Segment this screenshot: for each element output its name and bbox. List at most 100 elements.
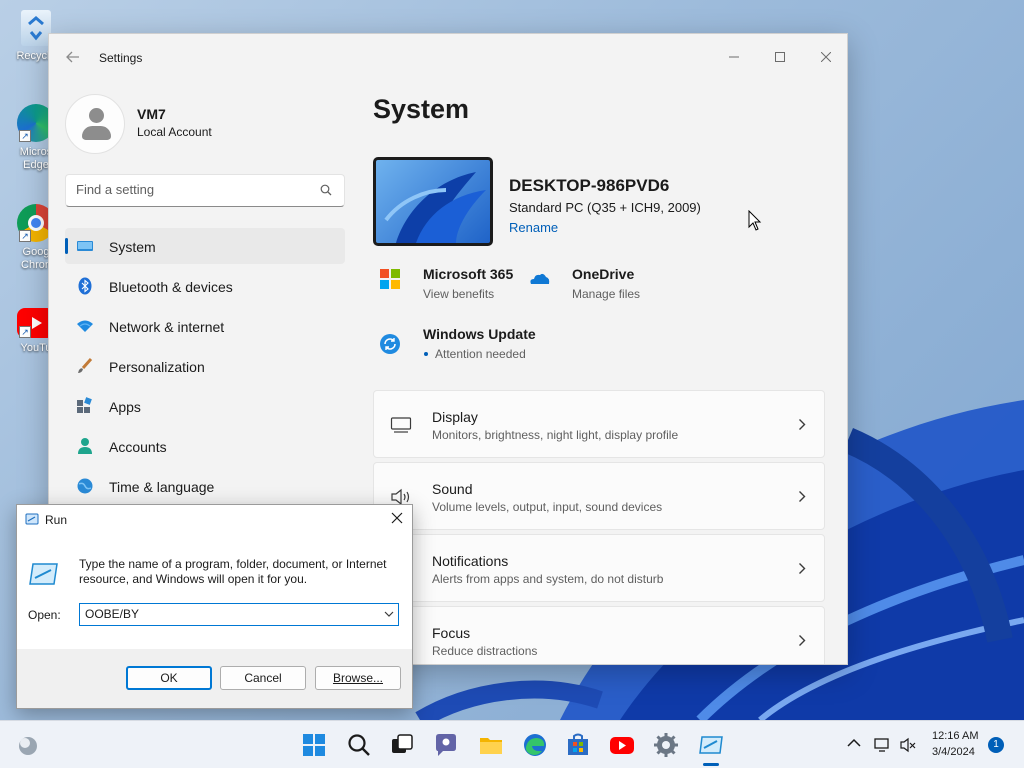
globe-icon [77, 478, 93, 494]
ok-button[interactable]: OK [126, 666, 212, 690]
sidebar-item-apps[interactable]: Apps [65, 388, 345, 424]
mouse-cursor-icon [748, 210, 762, 231]
avatar[interactable] [65, 94, 125, 154]
card-focus[interactable]: Focus Reduce distractions [373, 606, 825, 664]
open-label: Open: [28, 608, 61, 622]
maximize-button[interactable] [757, 42, 803, 72]
run-title-bar[interactable]: Run [17, 505, 412, 534]
quick-link-title: Windows Update [423, 326, 536, 342]
rename-link[interactable]: Rename [509, 220, 558, 235]
task-view-icon[interactable] [389, 732, 415, 758]
chat-icon[interactable] [433, 732, 459, 758]
minimize-button[interactable] [711, 42, 757, 72]
card-sound[interactable]: Sound Volume levels, output, input, soun… [373, 462, 825, 530]
weather-widget-icon[interactable] [16, 733, 40, 757]
quick-link-title: Microsoft 365 [423, 266, 514, 282]
active-app-indicator [703, 763, 719, 766]
open-input[interactable] [85, 607, 375, 621]
store-icon[interactable] [565, 732, 591, 758]
run-icon[interactable] [698, 732, 724, 758]
windows-update-icon [380, 334, 400, 354]
sidebar-item-system[interactable]: System [65, 228, 345, 264]
youtube-icon[interactable] [609, 732, 635, 758]
sidebar-item-time-language[interactable]: Time & language [65, 468, 345, 504]
page-title: System [373, 94, 470, 124]
sidebar-item-label: Time & language [109, 479, 215, 495]
sidebar-item-network[interactable]: Network & internet [65, 308, 345, 344]
card-title: Notifications [432, 553, 509, 569]
card-notifications[interactable]: Notifications Alerts from apps and syste… [373, 534, 825, 602]
onedrive-icon [530, 273, 550, 284]
clock-time[interactable]: 12:16 AM [932, 730, 978, 742]
close-icon[interactable] [390, 511, 404, 525]
microsoft-365-icon [380, 269, 400, 289]
person-icon [78, 438, 92, 454]
run-title: Run [45, 513, 68, 527]
chevron-up-icon[interactable] [847, 738, 861, 748]
sidebar-item-bluetooth[interactable]: Bluetooth & devices [65, 268, 345, 304]
user-name: VM7 [137, 106, 166, 122]
card-display[interactable]: Display Monitors, brightness, night ligh… [373, 390, 825, 458]
back-arrow-icon [66, 51, 79, 63]
notification-badge[interactable]: 1 [988, 737, 1004, 753]
clock-date[interactable]: 3/4/2024 [932, 746, 975, 758]
sidebar-item-label: Apps [109, 399, 141, 415]
sidebar-item-label: Accounts [109, 439, 167, 455]
back-button[interactable] [63, 50, 83, 68]
bluetooth-icon [78, 277, 92, 295]
quick-link-subtitle: View benefits [423, 287, 495, 301]
shortcut-arrow-icon: ↗ [19, 230, 31, 242]
search-icon [320, 184, 332, 196]
card-subtitle: Monitors, brightness, night light, displ… [432, 428, 679, 442]
card-title: Focus [432, 625, 471, 641]
maximize-icon [775, 52, 785, 62]
settings-cards: Display Monitors, brightness, night ligh… [373, 390, 825, 664]
chevron-down-icon[interactable] [384, 610, 394, 618]
card-subtitle: Alerts from apps and system, do not dist… [432, 572, 664, 586]
recycle-bin-icon [21, 10, 51, 46]
account-type: Local Account [137, 125, 212, 139]
edge-icon[interactable] [522, 732, 548, 758]
device-name: DESKTOP-986PVD6 [509, 176, 670, 195]
shortcut-arrow-icon: ↗ [19, 326, 31, 338]
monitor-icon [77, 241, 93, 251]
chevron-right-icon [799, 419, 806, 430]
start-icon[interactable] [301, 732, 327, 758]
sidebar-item-label: Personalization [109, 359, 205, 375]
attention-dot-icon [424, 352, 428, 356]
quick-link-microsoft-365[interactable]: Microsoft 365 View benefits [379, 266, 519, 306]
device-thumbnail [373, 157, 493, 246]
file-explorer-icon[interactable] [478, 732, 504, 758]
run-icon [25, 513, 39, 525]
search-icon[interactable] [346, 732, 372, 758]
card-title: Sound [432, 481, 473, 497]
window-title: Settings [99, 51, 143, 65]
network-icon[interactable] [873, 736, 891, 754]
taskbar: 12:16 AM 3/4/2024 1 [0, 720, 1024, 768]
settings-icon[interactable] [653, 732, 679, 758]
search-input[interactable] [76, 182, 306, 197]
close-button[interactable] [803, 42, 847, 72]
avatar-head [89, 108, 104, 123]
card-title: Display [432, 409, 478, 425]
speaker-muted-icon[interactable] [899, 736, 917, 754]
display-icon [390, 417, 412, 433]
cancel-button[interactable]: Cancel [220, 666, 306, 690]
quick-link-onedrive[interactable]: OneDrive Manage files [528, 266, 668, 306]
run-dialog: Run Type the name of a program, folder, … [16, 504, 413, 709]
sidebar-item-label: Bluetooth & devices [109, 279, 233, 295]
sidebar-item-accounts[interactable]: Accounts [65, 428, 345, 464]
avatar-body [82, 126, 111, 140]
shortcut-arrow-icon: ↗ [19, 130, 31, 142]
close-icon [820, 51, 832, 63]
browse-button[interactable]: Browse... [315, 666, 401, 690]
apps-icon [77, 397, 92, 413]
windows-bloom-image [384, 172, 486, 243]
open-combobox[interactable] [79, 603, 399, 626]
sidebar-item-label: System [109, 239, 156, 255]
title-bar[interactable]: Settings [49, 34, 847, 82]
settings-search[interactable] [65, 174, 345, 207]
run-icon [29, 563, 58, 585]
quick-link-windows-update[interactable]: Windows Update Attention needed [379, 326, 559, 366]
sidebar-item-personalization[interactable]: Personalization [65, 348, 345, 384]
